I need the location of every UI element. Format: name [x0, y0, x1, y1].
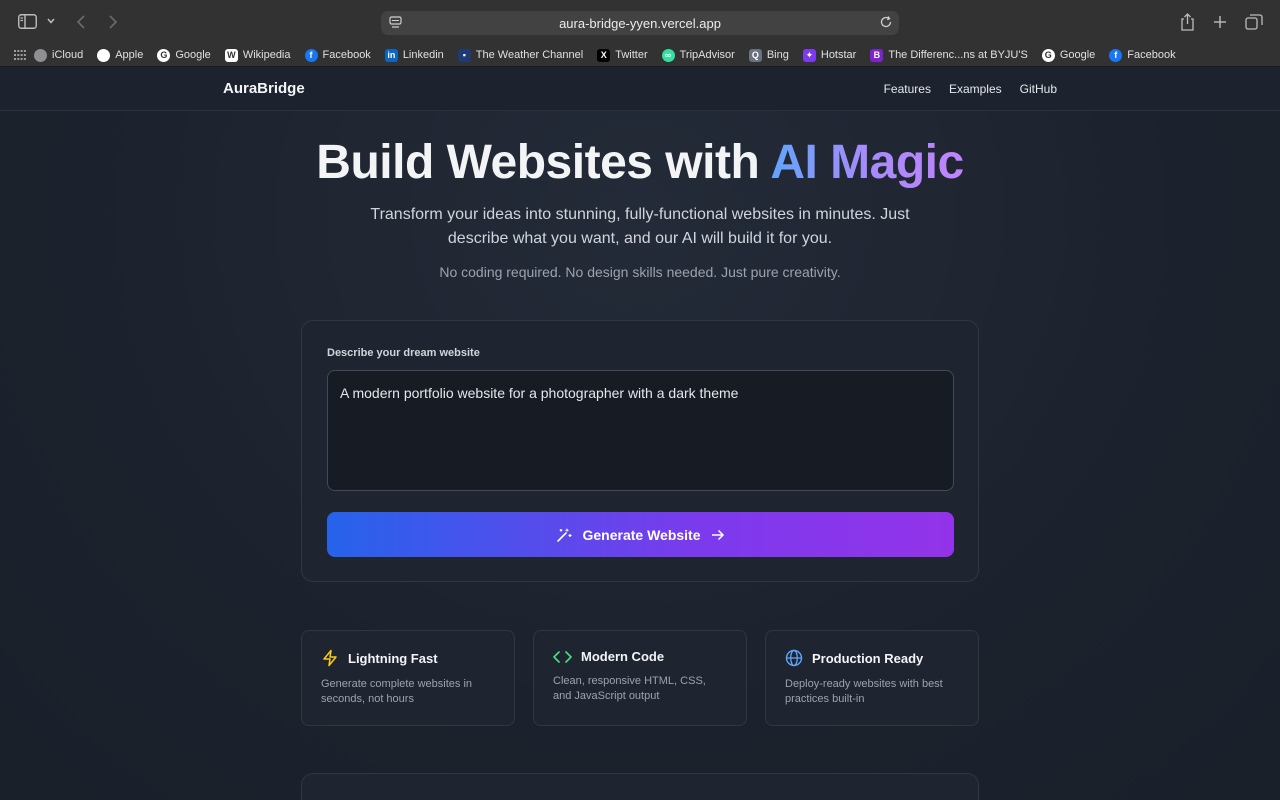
- bookmark-item[interactable]: B The Differenc...ns at BYJU'S: [870, 48, 1028, 62]
- bookmark-label: The Weather Channel: [475, 49, 584, 61]
- features-row: Lightning Fast Generate complete website…: [301, 630, 979, 726]
- browser-toolbar: aura-bridge-yyen.vercel.app: [0, 0, 1280, 44]
- bookmark-label: Facebook: [1127, 49, 1176, 61]
- bookmark-item[interactable]: ▪ The Weather Channel: [457, 48, 584, 62]
- bookmark-item[interactable]: X Twitter: [597, 48, 648, 62]
- nav-link-github[interactable]: GitHub: [1020, 82, 1057, 96]
- byjus-icon: B: [870, 48, 884, 62]
- lightning-icon: [321, 649, 339, 667]
- bookmark-label: Apple: [115, 49, 144, 61]
- bookmark-label: Linkedin: [402, 49, 444, 61]
- feature-title: Lightning Fast: [348, 650, 438, 666]
- bookmark-label: Hotstar: [820, 49, 857, 61]
- code-icon: [553, 650, 572, 664]
- bookmark-item[interactable]: in Linkedin: [384, 48, 444, 62]
- browser-chrome: aura-bridge-yyen.vercel.app iCloud Apple G…: [0, 0, 1280, 67]
- bing-icon: Q: [748, 48, 762, 62]
- new-tab-icon[interactable]: [1213, 15, 1227, 29]
- magic-wand-icon: [556, 527, 572, 543]
- bookmark-label: iCloud: [52, 49, 84, 61]
- feature-description: Clean, responsive HTML, CSS, and JavaScr…: [553, 675, 706, 702]
- bookmark-label: Google: [175, 49, 211, 61]
- weather-channel-icon: ▪: [457, 48, 471, 62]
- bookmark-item[interactable]: ∞ TripAdvisor: [661, 48, 735, 62]
- hero-subtitle: Transform your ideas into stunning, full…: [370, 206, 910, 247]
- feature-card-modern-code: Modern Code Clean, responsive HTML, CSS,…: [533, 630, 747, 726]
- x-icon: X: [597, 48, 611, 62]
- reload-icon[interactable]: [879, 15, 893, 32]
- hotstar-icon: ✦: [802, 48, 816, 62]
- nav-link-features[interactable]: Features: [884, 82, 931, 96]
- bookmark-item[interactable]: f Facebook: [304, 48, 371, 62]
- bookmark-label: Twitter: [615, 49, 648, 61]
- apple-icon: [34, 48, 47, 62]
- address-bar[interactable]: aura-bridge-yyen.vercel.app: [381, 11, 899, 35]
- brand-logo[interactable]: AuraBridge: [223, 80, 305, 97]
- google-icon: G: [157, 48, 171, 62]
- bookmark-label: Bing: [766, 49, 789, 61]
- sidebar-toggle-icon[interactable]: [18, 14, 37, 29]
- hero-tagline: No coding required. No design skills nee…: [439, 264, 841, 280]
- bookmark-item[interactable]: f Facebook: [1109, 48, 1176, 62]
- bookmark-item[interactable]: Apple: [97, 48, 144, 62]
- facebook-icon: f: [304, 48, 318, 62]
- bookmark-label: The Differenc...ns at BYJU'S: [888, 49, 1028, 61]
- globe-icon: [785, 649, 803, 667]
- bookmark-item[interactable]: ✦ Hotstar: [802, 48, 857, 62]
- bookmarks-bar: iCloud Apple G Google W Wikipedia f Facebook in L…: [0, 44, 1280, 66]
- prompt-textarea[interactable]: A modern portfolio website for a photogr…: [327, 370, 954, 491]
- bookmark-item[interactable]: G Google: [157, 48, 211, 62]
- facebook-icon: f: [1109, 48, 1123, 62]
- feature-description: Generate complete websites in seconds, n…: [321, 678, 473, 705]
- hero-title-gradient: AI Magic: [770, 136, 964, 189]
- bookmark-item[interactable]: Q Bing: [748, 48, 789, 62]
- site-settings-icon[interactable]: [389, 16, 402, 32]
- examples-card: [301, 773, 979, 800]
- site-header: AuraBridge Features Examples GitHub: [0, 67, 1280, 111]
- generate-website-label: Generate Website: [582, 526, 701, 543]
- prompt-card: Describe your dream website A modern por…: [301, 320, 979, 582]
- bookmark-item[interactable]: G Google: [1041, 48, 1096, 62]
- prompt-label: Describe your dream website: [327, 347, 480, 359]
- feature-title: Production Ready: [812, 650, 924, 666]
- google-icon: G: [1041, 48, 1055, 62]
- tripadvisor-icon: ∞: [661, 48, 675, 62]
- apps-grid-icon[interactable]: [14, 50, 26, 60]
- feature-card-lightning-fast: Lightning Fast Generate complete website…: [301, 630, 515, 726]
- forward-icon[interactable]: [108, 15, 118, 29]
- bookmark-label: TripAdvisor: [679, 49, 735, 61]
- feature-title: Modern Code: [581, 649, 665, 664]
- bookmark-item[interactable]: W Wikipedia: [224, 48, 291, 62]
- nav-link-examples[interactable]: Examples: [949, 82, 1002, 96]
- page: AuraBridge Features Examples GitHub Buil…: [0, 67, 1280, 800]
- bookmark-label: Wikipedia: [242, 49, 291, 61]
- feature-description: Deploy-ready websites with best practice…: [785, 678, 943, 705]
- linkedin-icon: in: [384, 48, 398, 62]
- wikipedia-icon: W: [224, 48, 238, 62]
- bookmark-label: Facebook: [322, 49, 371, 61]
- hero-title: Build Websites with AI Magic: [0, 135, 1280, 190]
- share-icon[interactable]: [1180, 13, 1195, 31]
- feature-card-production-ready: Production Ready Deploy-ready websites w…: [765, 630, 979, 726]
- bookmark-item[interactable]: iCloud: [34, 48, 84, 62]
- url-text: aura-bridge-yyen.vercel.app: [559, 15, 721, 31]
- generate-website-button[interactable]: Generate Website: [327, 512, 954, 557]
- nav-links: Features Examples GitHub: [884, 82, 1057, 96]
- arrow-right-icon: [711, 529, 725, 541]
- chevron-down-icon[interactable]: [46, 17, 56, 25]
- hero-title-plain: Build Websites with: [316, 136, 771, 189]
- bookmark-label: Google: [1059, 49, 1096, 61]
- back-icon[interactable]: [76, 15, 86, 29]
- tab-overview-icon[interactable]: [1245, 14, 1263, 30]
- apple-icon: [97, 48, 111, 62]
